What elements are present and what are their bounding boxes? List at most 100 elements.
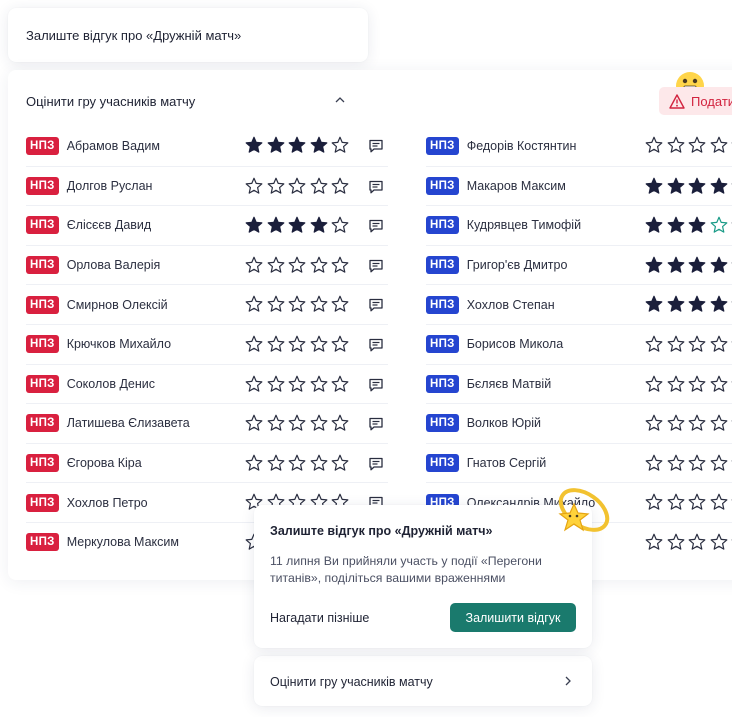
feedback-summary-card[interactable]: Залиште відгук про «Дружній матч» [8, 8, 368, 62]
rating-stars[interactable] [645, 375, 732, 393]
comment-icon[interactable] [368, 456, 384, 472]
rating-star-icon[interactable] [245, 414, 263, 432]
rating-star-icon[interactable] [667, 454, 685, 472]
rating-star-icon[interactable] [645, 454, 663, 472]
rating-star-icon[interactable] [288, 414, 306, 432]
rating-star-icon[interactable] [267, 335, 285, 353]
rating-star-icon[interactable] [688, 533, 706, 551]
rating-star-icon[interactable] [245, 454, 263, 472]
rating-star-icon[interactable] [667, 533, 685, 551]
rating-star-icon[interactable] [331, 256, 349, 274]
rating-star-icon[interactable] [710, 414, 728, 432]
comment-icon[interactable] [368, 258, 384, 274]
remind-later-button[interactable]: Нагадати пізніше [270, 611, 369, 625]
rating-star-icon[interactable] [645, 136, 663, 154]
rating-star-icon[interactable] [245, 136, 263, 154]
rating-star-icon[interactable] [331, 454, 349, 472]
rating-star-icon[interactable] [245, 295, 263, 313]
rating-star-icon[interactable] [245, 375, 263, 393]
rating-star-icon[interactable] [688, 493, 706, 511]
rating-star-icon[interactable] [710, 216, 728, 234]
rating-star-icon[interactable] [310, 454, 328, 472]
rating-star-icon[interactable] [267, 216, 285, 234]
rating-stars[interactable] [645, 533, 732, 551]
rating-star-icon[interactable] [645, 375, 663, 393]
rating-star-icon[interactable] [310, 414, 328, 432]
rating-star-icon[interactable] [667, 216, 685, 234]
rating-star-icon[interactable] [688, 454, 706, 472]
rating-star-icon[interactable] [667, 375, 685, 393]
rating-star-icon[interactable] [331, 335, 349, 353]
rating-stars[interactable] [645, 136, 732, 154]
rating-star-icon[interactable] [245, 335, 263, 353]
comment-icon[interactable] [368, 416, 384, 432]
rating-star-icon[interactable] [688, 414, 706, 432]
rating-stars[interactable] [645, 256, 732, 274]
rating-star-icon[interactable] [288, 375, 306, 393]
rating-star-icon[interactable] [310, 216, 328, 234]
rating-star-icon[interactable] [667, 295, 685, 313]
rating-star-icon[interactable] [645, 177, 663, 195]
rating-star-icon[interactable] [710, 375, 728, 393]
comment-icon[interactable] [368, 179, 384, 195]
comment-icon[interactable] [368, 297, 384, 313]
rating-star-icon[interactable] [710, 136, 728, 154]
rating-star-icon[interactable] [267, 414, 285, 432]
rating-stars[interactable] [245, 256, 349, 274]
rating-star-icon[interactable] [331, 295, 349, 313]
rating-star-icon[interactable] [645, 493, 663, 511]
rating-star-icon[interactable] [331, 375, 349, 393]
rating-stars[interactable] [645, 177, 732, 195]
rating-star-icon[interactable] [288, 177, 306, 195]
rating-stars[interactable] [245, 454, 349, 472]
rating-star-icon[interactable] [645, 256, 663, 274]
rating-stars[interactable] [645, 295, 732, 313]
rating-star-icon[interactable] [688, 216, 706, 234]
rating-stars[interactable] [245, 216, 349, 234]
rating-star-icon[interactable] [688, 177, 706, 195]
rate-players-card[interactable]: Оцінити гру учасників матчу [254, 656, 592, 706]
rating-stars[interactable] [645, 454, 732, 472]
rating-star-icon[interactable] [710, 533, 728, 551]
rating-stars[interactable] [245, 136, 349, 154]
rating-star-icon[interactable] [310, 295, 328, 313]
rating-star-icon[interactable] [288, 295, 306, 313]
rating-stars[interactable] [245, 335, 349, 353]
rating-star-icon[interactable] [688, 136, 706, 154]
rating-star-icon[interactable] [645, 216, 663, 234]
rating-star-icon[interactable] [267, 375, 285, 393]
rating-star-icon[interactable] [645, 533, 663, 551]
comment-icon[interactable] [368, 337, 384, 353]
rating-star-icon[interactable] [667, 493, 685, 511]
rating-star-icon[interactable] [688, 256, 706, 274]
rating-star-icon[interactable] [331, 216, 349, 234]
rating-star-icon[interactable] [688, 375, 706, 393]
rating-star-icon[interactable] [645, 335, 663, 353]
rating-star-icon[interactable] [288, 136, 306, 154]
rating-star-icon[interactable] [645, 414, 663, 432]
rating-stars[interactable] [245, 295, 349, 313]
rating-star-icon[interactable] [667, 335, 685, 353]
comment-icon[interactable] [368, 377, 384, 393]
chevron-up-icon[interactable] [334, 94, 346, 106]
rating-star-icon[interactable] [331, 177, 349, 195]
rating-star-icon[interactable] [667, 414, 685, 432]
rating-star-icon[interactable] [331, 414, 349, 432]
rating-star-icon[interactable] [667, 256, 685, 274]
rating-stars[interactable] [645, 216, 732, 234]
rating-star-icon[interactable] [688, 295, 706, 313]
rating-star-icon[interactable] [710, 335, 728, 353]
rating-star-icon[interactable] [245, 177, 263, 195]
report-button[interactable]: Подати [659, 87, 732, 115]
comment-icon[interactable] [368, 138, 384, 154]
rating-stars[interactable] [645, 335, 732, 353]
rating-stars[interactable] [245, 177, 349, 195]
rating-star-icon[interactable] [288, 335, 306, 353]
rating-star-icon[interactable] [310, 256, 328, 274]
rating-star-icon[interactable] [267, 256, 285, 274]
rating-stars[interactable] [245, 414, 349, 432]
rating-star-icon[interactable] [310, 335, 328, 353]
rating-star-icon[interactable] [288, 256, 306, 274]
rating-star-icon[interactable] [710, 295, 728, 313]
rating-star-icon[interactable] [267, 454, 285, 472]
